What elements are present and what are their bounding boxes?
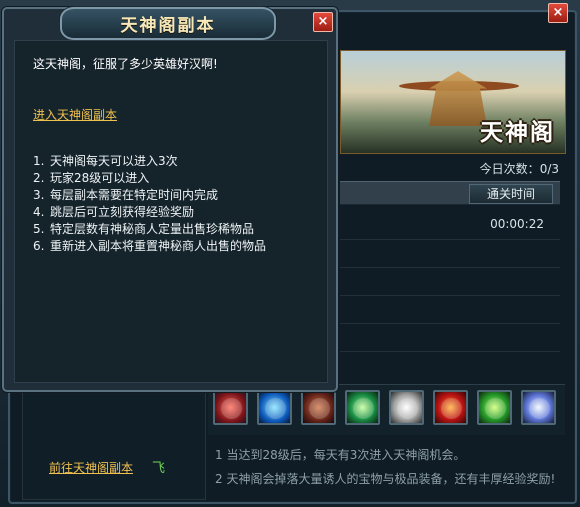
fly-icon[interactable]: 飞	[152, 457, 165, 476]
enter-dungeon-link[interactable]: 进入天神阁副本	[33, 106, 117, 123]
table-header: 通关时间	[340, 181, 560, 205]
reward-white-pet-icon[interactable]	[389, 390, 424, 425]
dialog-title: 天神阁副本	[120, 16, 216, 36]
table-row	[340, 295, 560, 324]
rule-item: 1. 天神阁每天可以进入3次	[33, 154, 178, 168]
rule-item: 5. 特定层数有神秘商人定量出售珍稀物品	[33, 222, 255, 236]
table-row	[340, 323, 560, 352]
reward-red-rune-icon[interactable]	[433, 390, 468, 425]
info-line: 2 天神阁会掉落大量诱人的宝物与极品装备，还有丰厚经验奖励!	[215, 472, 556, 486]
clear-time-header[interactable]: 通关时间	[469, 184, 553, 204]
table-row	[340, 267, 560, 296]
dungeon-dialog: 天神阁副本 × 这天神阁，征服了多少英雄好汉啊! 进入天神阁副本 1. 天神阁每天…	[2, 7, 338, 392]
dungeon-banner: 天神阁	[340, 50, 566, 154]
dialog-content: 这天神阁，征服了多少英雄好汉啊! 进入天神阁副本 1. 天神阁每天可以进入3次 2…	[14, 40, 328, 383]
dialog-title-plate: 天神阁副本	[60, 7, 276, 40]
table-row	[340, 239, 560, 268]
clear-time-value: 00:00:22	[490, 217, 544, 231]
rule-item: 6. 重新进入副本将重置神秘商人出售的物品	[33, 239, 267, 253]
goto-dungeon-link[interactable]: 前往天神阁副本	[49, 459, 133, 476]
reward-blue-sphere-icon[interactable]	[521, 390, 556, 425]
reward-blue-gem-icon[interactable]	[257, 390, 292, 425]
reward-red-gem-icon[interactable]	[213, 390, 248, 425]
info-line: 1 当达到28级后，每天有3次进入天神阁机会。	[215, 448, 466, 462]
reward-green-crystal-icon[interactable]	[477, 390, 512, 425]
today-count-label: 今日次数：	[479, 162, 540, 176]
dialog-headline: 这天神阁，征服了多少英雄好汉啊!	[33, 57, 218, 71]
bottom-left-panel	[22, 386, 206, 500]
rule-item: 3. 每层副本需要在特定时间内完成	[33, 188, 219, 202]
dialog-close-button[interactable]: ×	[313, 12, 333, 32]
table-row: 00:00:22	[340, 211, 560, 240]
today-count: 今日次数：0/3	[480, 160, 559, 177]
today-count-value: 0/3	[539, 162, 559, 176]
rule-item: 4. 跳层后可立刻获得经验奖励	[33, 205, 195, 219]
rules-list: 1. 天神阁每天可以进入3次 2. 玩家28级可以进入 3. 每层副本需要在特定时间内…	[33, 153, 266, 255]
pagoda-icon	[429, 71, 487, 126]
background-close-button[interactable]: ×	[548, 3, 568, 23]
reward-treasure-chest-icon[interactable]	[301, 390, 336, 425]
reward-green-orb-icon[interactable]	[345, 390, 380, 425]
rule-item: 2. 玩家28级可以进入	[33, 171, 150, 185]
banner-title: 天神阁	[480, 119, 555, 146]
